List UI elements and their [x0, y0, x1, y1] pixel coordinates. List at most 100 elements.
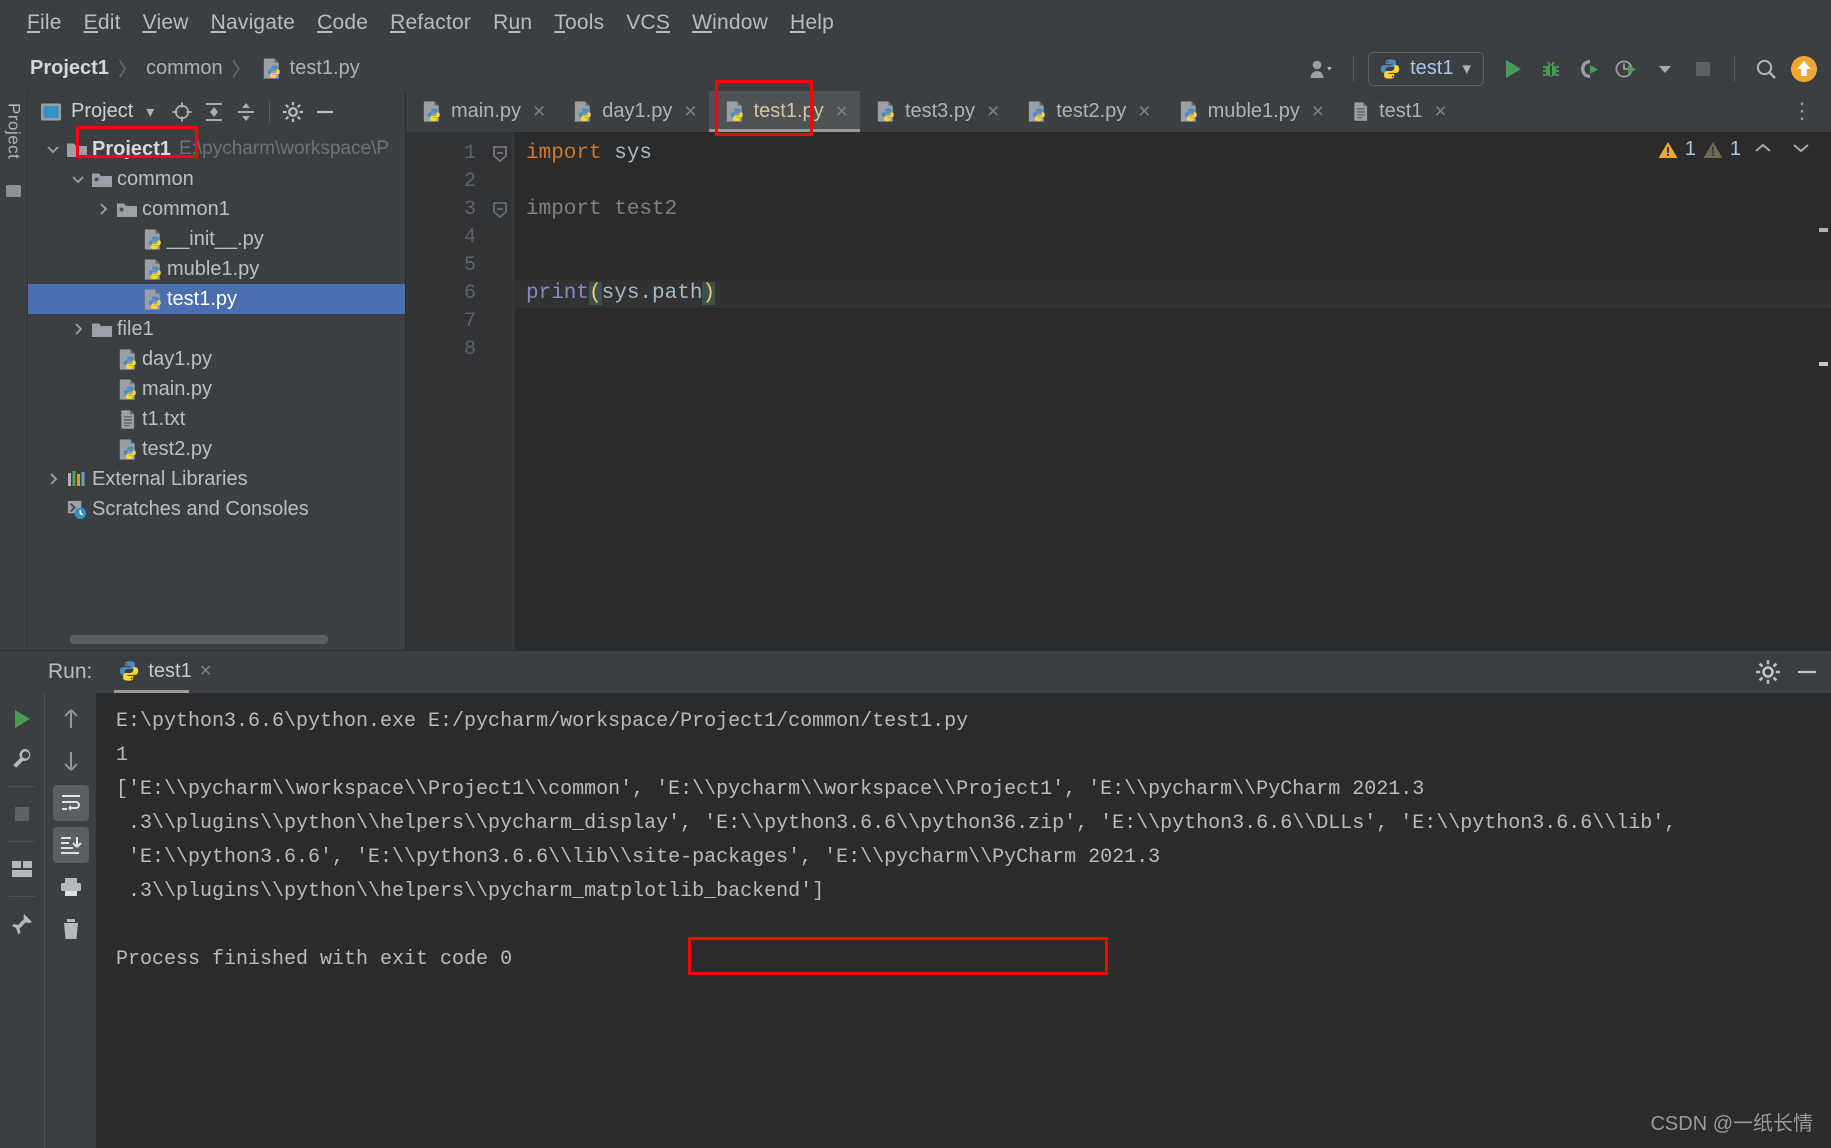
tool-window-stripe-project[interactable]: Project	[4, 99, 24, 163]
run-right-toolbar	[44, 693, 96, 1148]
close-icon[interactable]: ×	[1434, 101, 1446, 122]
hide-window-icon[interactable]	[310, 97, 340, 127]
previous-problem-icon[interactable]	[1747, 139, 1779, 160]
menu-item-code[interactable]: Code	[306, 8, 379, 38]
breadcrumb-item-project1[interactable]: Project1	[30, 57, 109, 80]
chevron-right-icon[interactable]	[42, 472, 64, 486]
close-icon[interactable]: ×	[836, 101, 848, 122]
chevron-down-icon[interactable]	[1648, 52, 1682, 86]
expand-all-icon[interactable]	[199, 97, 229, 127]
breadcrumb-item-common[interactable]: common	[146, 57, 223, 80]
tree-item-external-libraries[interactable]: External Libraries	[28, 464, 405, 494]
menu-item-file[interactable]: File	[16, 8, 73, 38]
stop-process-button[interactable]	[4, 796, 40, 832]
layout-button[interactable]	[4, 851, 40, 887]
editor-tab-day1-py[interactable]: day1.py ×	[557, 91, 708, 132]
editor-tab-muble1-py[interactable]: muble1.py ×	[1163, 91, 1337, 132]
close-icon[interactable]: ×	[987, 101, 999, 122]
collapse-all-icon[interactable]	[231, 97, 261, 127]
clear-all-button[interactable]	[53, 911, 89, 947]
editor-tab-test3-py[interactable]: test3.py ×	[860, 91, 1011, 132]
search-icon[interactable]	[1749, 52, 1783, 86]
close-icon[interactable]: ×	[533, 101, 545, 122]
tree-item-scratches-and-consoles[interactable]: Scratches and Consoles	[28, 494, 405, 524]
soft-wrap-button[interactable]	[52, 785, 89, 821]
tree-item-file1[interactable]: file1	[28, 314, 405, 344]
tree-item-test1-py[interactable]: test1.py	[28, 284, 405, 314]
menu-item-tools[interactable]: Tools	[543, 8, 615, 38]
code-folding-gutter[interactable]	[486, 132, 514, 650]
hide-window-icon[interactable]	[1795, 662, 1819, 682]
tree-item-common[interactable]: common	[28, 164, 405, 194]
fold-collapse-icon[interactable]	[486, 196, 513, 224]
scroll-down-button[interactable]	[53, 743, 89, 779]
chevron-down-icon[interactable]: ▾	[135, 97, 165, 127]
tree-item-project1[interactable]: Project1 E:\pycharm\workspace\P	[28, 134, 405, 164]
project-tree[interactable]: Project1 E:\pycharm\workspace\P common co…	[28, 132, 405, 650]
next-problem-icon[interactable]	[1785, 139, 1817, 160]
close-icon[interactable]: ×	[1312, 101, 1324, 122]
wrench-settings-button[interactable]	[4, 741, 40, 777]
menu-item-window[interactable]: Window	[681, 8, 779, 38]
menu-item-edit[interactable]: Edit	[73, 8, 132, 38]
scroll-up-button[interactable]	[53, 701, 89, 737]
editor-tab-test2-py[interactable]: test2.py ×	[1011, 91, 1162, 132]
close-icon[interactable]: ×	[200, 660, 212, 683]
close-icon[interactable]: ×	[684, 101, 696, 122]
editor-scrollbar[interactable]	[1819, 132, 1829, 650]
console-line: .3\\plugins\\python\\helpers\\pycharm_di…	[128, 812, 1677, 835]
pin-tab-button[interactable]	[4, 906, 40, 942]
account-icon[interactable]	[1305, 52, 1339, 86]
locate-in-tree-icon[interactable]	[167, 97, 197, 127]
breadcrumb-item-test1-py[interactable]: test1.py	[260, 57, 360, 80]
updates-available-button[interactable]	[1787, 52, 1821, 86]
menu-item-refactor[interactable]: Refactor	[379, 8, 482, 38]
chevron-down-icon[interactable]: ▾	[1462, 59, 1471, 79]
tree-item-label: External Libraries	[92, 467, 248, 490]
tree-item-common1[interactable]: common1	[28, 194, 405, 224]
editor-tab-test1-py[interactable]: test1.py ×	[708, 91, 861, 132]
fold-collapse-icon[interactable]	[486, 140, 513, 168]
editor-tab-main-py[interactable]: main.py ×	[406, 91, 557, 132]
run-button[interactable]	[1496, 52, 1530, 86]
run-tab-test1[interactable]: test1 ×	[114, 660, 212, 694]
chevron-down-icon[interactable]	[42, 144, 64, 155]
profile-button[interactable]	[1610, 52, 1644, 86]
toolbar-divider	[9, 786, 35, 787]
menu-item-view[interactable]: View	[132, 8, 200, 38]
menu-item-run[interactable]: Run	[482, 8, 543, 38]
menu-mnemonic: C	[317, 11, 333, 34]
run-console-output[interactable]: E:\python3.6.6\python.exe E:/pycharm/wor…	[96, 693, 1831, 1148]
menu-item-help[interactable]: Help	[779, 8, 845, 38]
tree-item-muble1-py[interactable]: muble1.py	[28, 254, 405, 284]
tree-item---init---py[interactable]: __init__.py	[28, 224, 405, 254]
chevron-right-icon[interactable]	[92, 202, 114, 216]
tabs-overflow-icon[interactable]: ⋮	[1791, 98, 1821, 132]
settings-gear-icon[interactable]	[278, 97, 308, 127]
code-editor[interactable]: import sys import test2 print(sys.path) …	[514, 132, 1831, 650]
structure-icon[interactable]	[5, 183, 23, 199]
tree-item-label: test1.py	[167, 287, 238, 310]
close-icon[interactable]: ×	[1138, 101, 1150, 122]
print-button[interactable]	[53, 869, 89, 905]
menu-item-navigate[interactable]: Navigate	[200, 8, 307, 38]
tree-item-main-py[interactable]: main.py	[28, 374, 405, 404]
tree-item-test2-py[interactable]: test2.py	[28, 434, 405, 464]
tree-item-t1-txt[interactable]: t1.txt	[28, 404, 405, 434]
rerun-button[interactable]	[4, 701, 40, 737]
run-configuration-selector[interactable]: test1 ▾	[1368, 51, 1484, 86]
chevron-down-icon[interactable]	[67, 174, 89, 185]
debug-button[interactable]	[1534, 52, 1568, 86]
horizontal-scrollbar[interactable]	[70, 635, 328, 644]
stop-button[interactable]	[1686, 52, 1720, 86]
tree-item-day1-py[interactable]: day1.py	[28, 344, 405, 374]
inspection-widget[interactable]: 1 1	[1657, 138, 1817, 161]
scroll-to-end-button[interactable]	[52, 827, 89, 863]
settings-gear-icon[interactable]	[1755, 659, 1781, 685]
chevron-right-icon[interactable]	[67, 322, 89, 336]
line-number: 4	[463, 226, 476, 249]
breadcrumb-separator: 〉	[117, 60, 137, 81]
menu-item-vcs[interactable]: VCS	[615, 8, 681, 38]
run-with-coverage-button[interactable]	[1572, 52, 1606, 86]
editor-tab-test1[interactable]: test1 ×	[1336, 91, 1459, 132]
